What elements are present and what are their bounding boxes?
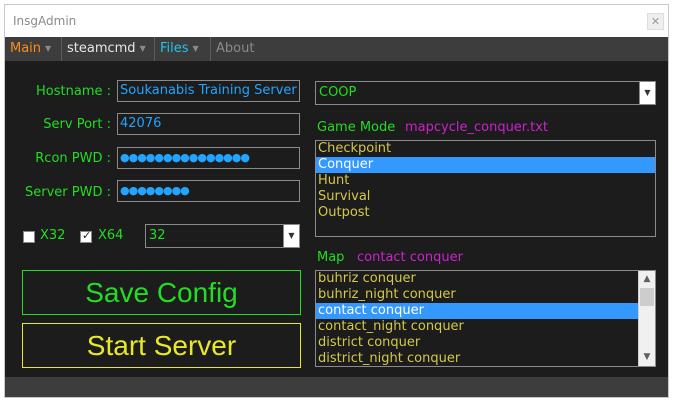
- list-item[interactable]: Checkpoint: [316, 141, 655, 157]
- chevron-down-icon: ▼: [45, 44, 52, 53]
- x64-label: X64: [98, 228, 124, 243]
- menu-steamcmd-label: steamcmd: [67, 41, 136, 56]
- mapcycle-file: mapcycle_conquer.txt: [405, 120, 548, 135]
- max-players-value: 32: [149, 228, 166, 243]
- list-item[interactable]: Outpost: [316, 205, 655, 221]
- x32-checkbox[interactable]: [23, 231, 35, 243]
- list-item[interactable]: buhriz_night conquer: [316, 287, 638, 303]
- chevron-down-icon: ▼: [639, 82, 655, 104]
- window-title: InsgAdmin: [13, 14, 77, 28]
- list-item[interactable]: Survival: [316, 189, 655, 205]
- menu-steamcmd[interactable]: steamcmd ▼: [62, 37, 155, 61]
- main-panel: Hostname : Soukanabis Training Server Se…: [5, 61, 668, 377]
- map-label: Map: [317, 250, 345, 265]
- menu-about[interactable]: About: [211, 37, 267, 61]
- server-pwd-label: Server PWD :: [25, 185, 111, 200]
- hostname-input[interactable]: Soukanabis Training Server: [117, 80, 300, 102]
- port-label: Serv Port :: [43, 117, 111, 132]
- list-item[interactable]: contact conquer: [316, 303, 638, 319]
- scroll-down-icon[interactable]: ▼: [639, 349, 655, 366]
- list-item[interactable]: Hunt: [316, 173, 655, 189]
- map-list-scrollbar[interactable]: ▲ ▼: [638, 271, 655, 366]
- game-mode-label: Game Mode: [317, 120, 396, 135]
- menu-main[interactable]: Main ▼: [5, 37, 62, 61]
- game-mode-list[interactable]: Checkpoint Conquer Hunt Survival Outpost: [315, 140, 656, 237]
- save-config-button[interactable]: Save Config: [22, 270, 301, 315]
- rcon-pwd-input[interactable]: ●●●●●●●●●●●●●●●: [117, 147, 300, 169]
- menu-bar: Main ▼ steamcmd ▼ Files ▼ About: [5, 37, 668, 61]
- list-item[interactable]: Conquer: [316, 157, 655, 173]
- current-map: contact conquer: [357, 250, 463, 265]
- rcon-pwd-label: Rcon PWD :: [35, 151, 111, 166]
- game-type-value: COOP: [319, 85, 357, 100]
- title-bar: InsgAdmin ✕: [5, 5, 668, 37]
- menu-about-label: About: [216, 41, 255, 56]
- x64-checkbox[interactable]: [80, 229, 92, 243]
- map-list[interactable]: buhriz conquer buhriz_night conquer cont…: [315, 270, 656, 367]
- list-item[interactable]: district_night conquer: [316, 351, 638, 366]
- scroll-up-icon[interactable]: ▲: [639, 271, 655, 288]
- list-item[interactable]: district conquer: [316, 335, 638, 351]
- menu-main-label: Main: [10, 41, 42, 56]
- close-window-button[interactable]: ✕: [647, 13, 664, 30]
- chevron-down-icon: ▼: [192, 44, 199, 53]
- hostname-label: Hostname :: [36, 84, 111, 99]
- list-item[interactable]: buhriz conquer: [316, 271, 638, 287]
- scroll-thumb[interactable]: [640, 288, 654, 306]
- start-server-button[interactable]: Start Server: [22, 323, 301, 368]
- chevron-down-icon: ▼: [283, 225, 299, 247]
- server-pwd-input[interactable]: ●●●●●●●●: [117, 180, 300, 202]
- game-type-select[interactable]: COOP ▼: [315, 81, 656, 105]
- menu-files[interactable]: Files ▼: [155, 37, 211, 61]
- chevron-down-icon: ▼: [139, 44, 146, 53]
- menu-files-label: Files: [160, 41, 189, 56]
- max-players-select[interactable]: 32 ▼: [145, 224, 300, 248]
- status-bar: [5, 377, 668, 397]
- port-input[interactable]: 42076: [117, 113, 300, 135]
- app-window: InsgAdmin ✕ Main ▼ steamcmd ▼ Files ▼ About…: [4, 4, 669, 398]
- x32-label: X32: [40, 228, 66, 243]
- list-item[interactable]: contact_night conquer: [316, 319, 638, 335]
